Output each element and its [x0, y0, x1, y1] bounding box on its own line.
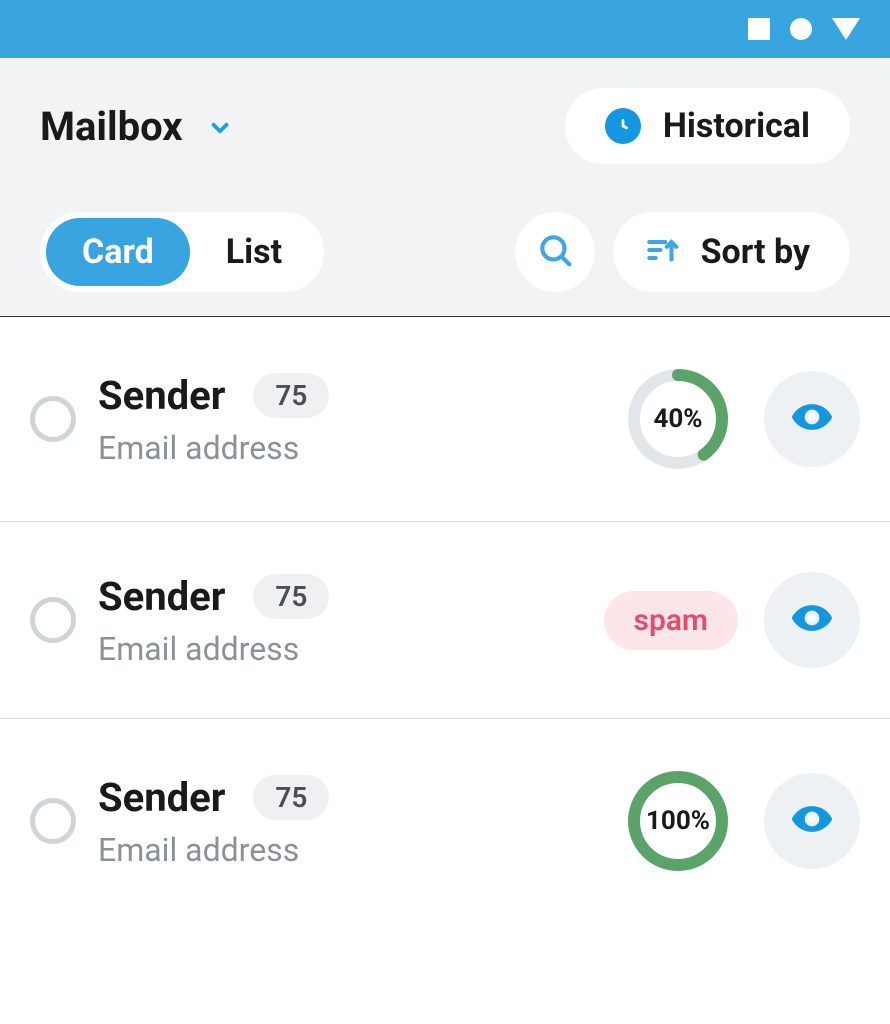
status-circle-icon — [790, 18, 812, 40]
view-button[interactable] — [764, 773, 860, 869]
view-toggle: Card List — [40, 212, 324, 292]
count-badge: 75 — [253, 373, 329, 418]
status-bar — [0, 0, 890, 58]
progress-percent: 100% — [626, 769, 730, 873]
sender-name: Sender — [98, 573, 225, 620]
email-address: Email address — [98, 630, 582, 668]
sort-label: Sort by — [701, 232, 810, 272]
view-list-button[interactable]: List — [190, 218, 318, 286]
count-badge: 75 — [253, 574, 329, 619]
clock-icon — [605, 108, 641, 144]
progress-ring: 100% — [626, 769, 730, 873]
status-triangle-icon — [832, 18, 860, 40]
search-button[interactable] — [515, 212, 595, 292]
select-radio[interactable] — [30, 597, 76, 643]
page-title: Mailbox — [40, 103, 183, 150]
list-item[interactable]: Sender 75 Email address 100% — [0, 719, 890, 923]
view-card-button[interactable]: Card — [46, 218, 190, 286]
progress-ring: 40% — [626, 367, 730, 471]
sender-name: Sender — [98, 774, 225, 821]
progress-percent: 40% — [626, 367, 730, 471]
email-address: Email address — [98, 831, 604, 869]
email-address: Email address — [98, 429, 604, 467]
view-button[interactable] — [764, 371, 860, 467]
eye-icon — [790, 797, 834, 845]
view-button[interactable] — [764, 572, 860, 668]
list-item[interactable]: Sender 75 Email address 40% — [0, 317, 890, 522]
mailbox-dropdown[interactable]: Mailbox — [40, 103, 229, 150]
spam-badge: spam — [604, 591, 738, 650]
eye-icon — [790, 395, 834, 443]
search-icon — [536, 231, 574, 273]
select-radio[interactable] — [30, 798, 76, 844]
historical-label: Historical — [663, 106, 810, 146]
header: Mailbox Historical Card List Sort — [0, 58, 890, 317]
historical-button[interactable]: Historical — [565, 88, 850, 164]
list-item[interactable]: Sender 75 Email address spam — [0, 522, 890, 719]
select-radio[interactable] — [30, 396, 76, 442]
sender-name: Sender — [98, 372, 225, 419]
sort-icon — [643, 231, 681, 273]
count-badge: 75 — [253, 775, 329, 820]
eye-icon — [790, 596, 834, 644]
mail-list: Sender 75 Email address 40% Sender 75 Em — [0, 317, 890, 923]
status-square-icon — [748, 18, 770, 40]
chevron-down-icon — [207, 115, 229, 137]
sort-button[interactable]: Sort by — [613, 212, 850, 292]
